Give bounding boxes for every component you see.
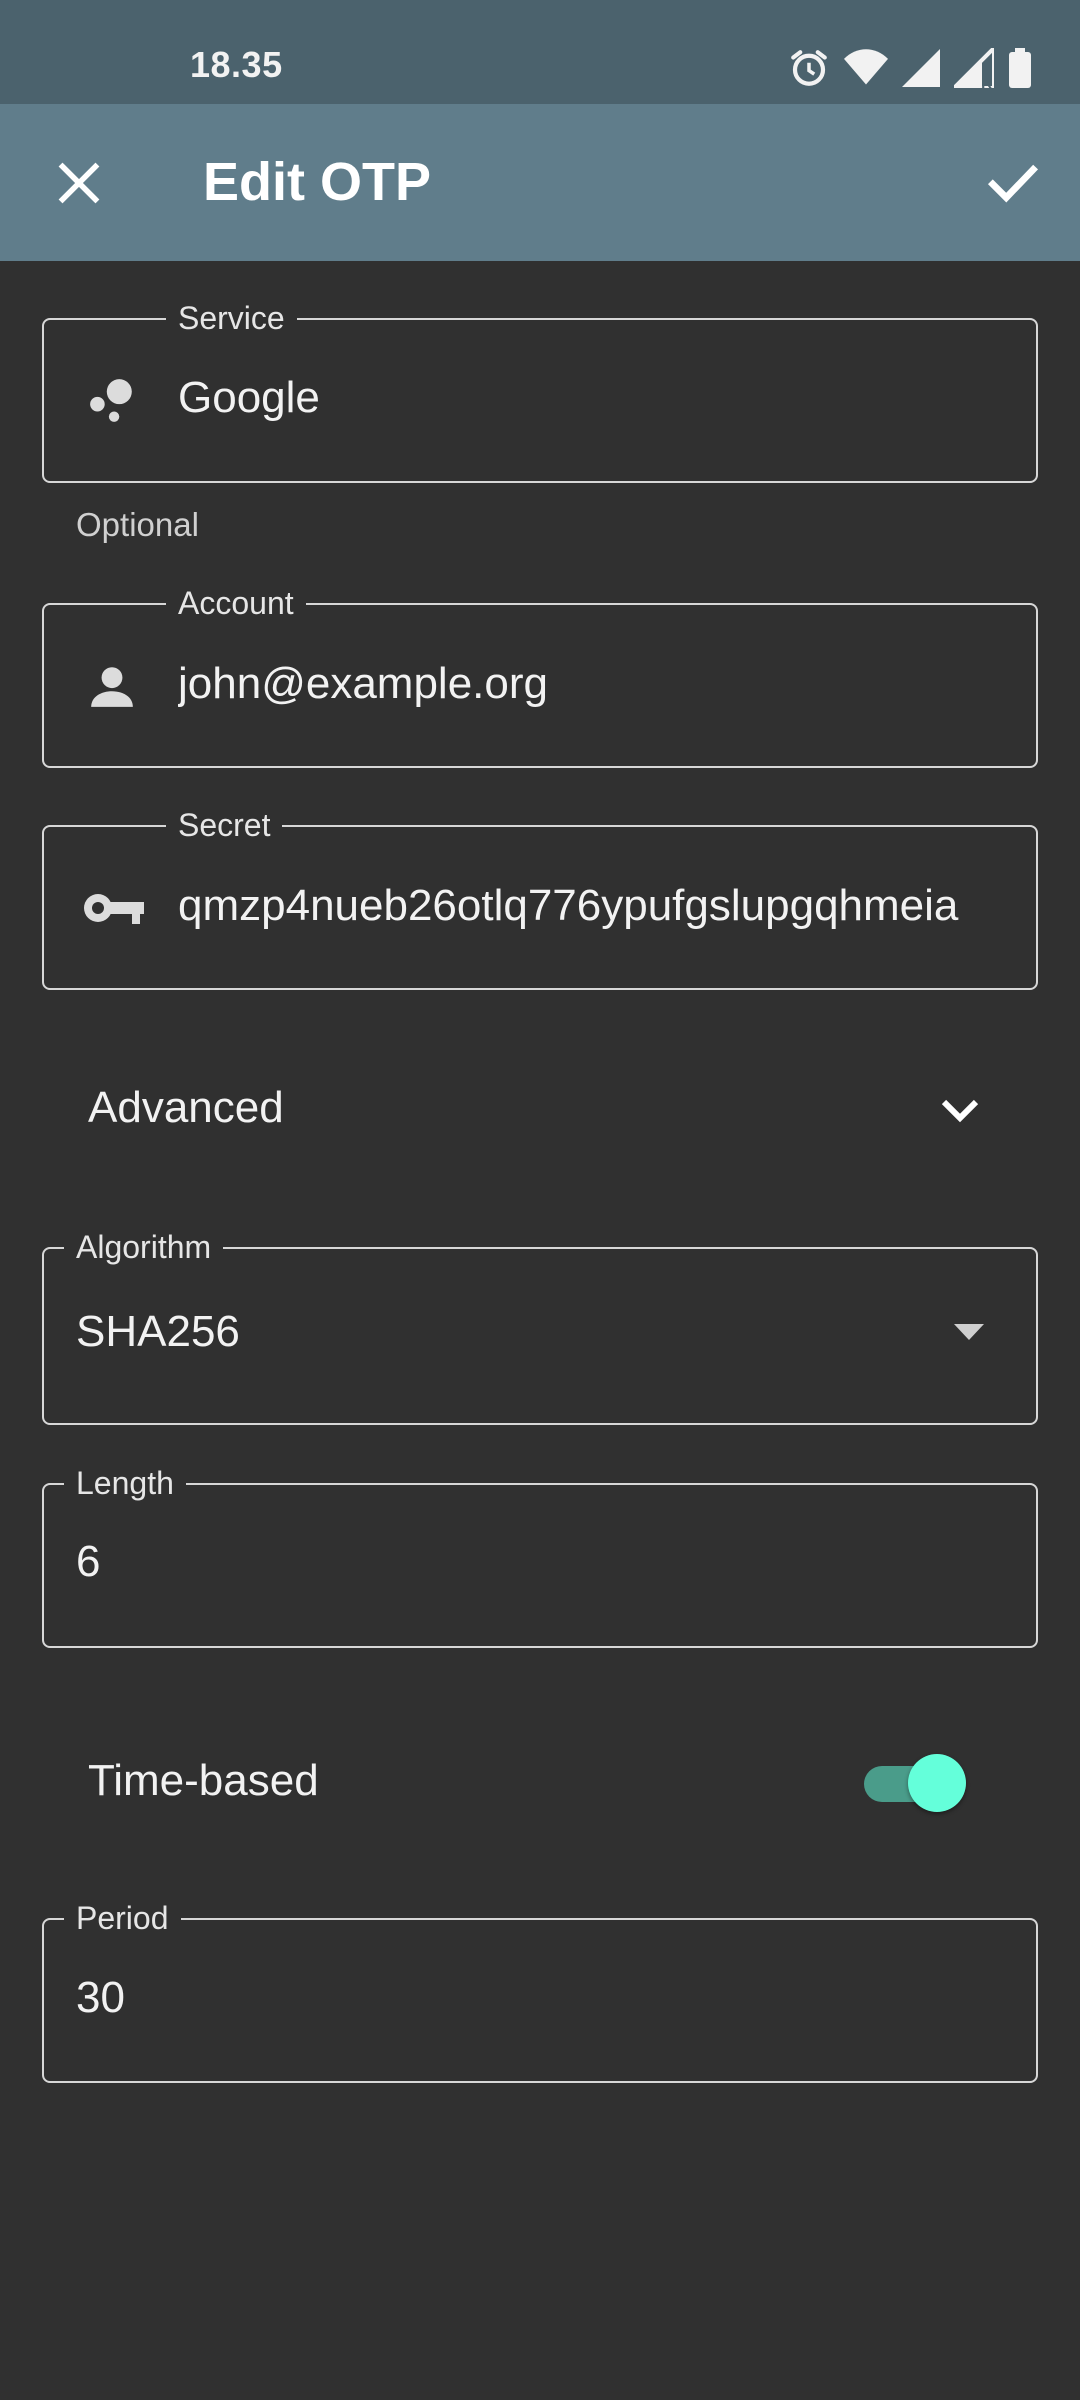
- dropdown-arrow-icon: [954, 1324, 984, 1340]
- chevron-down-icon[interactable]: [928, 1086, 992, 1134]
- service-icon: [84, 372, 140, 428]
- secret-field[interactable]: Secret qmzp4nueb26otlq776ypufgslupgqhmei…: [42, 807, 1038, 990]
- time-based-switch[interactable]: [862, 1752, 968, 1812]
- service-field[interactable]: Service Google: [42, 300, 1038, 483]
- status-bar: 18.35 R: [0, 0, 1080, 104]
- secret-input[interactable]: qmzp4nueb26otlq776ypufgslupgqhmeia: [178, 881, 978, 931]
- cell-signal-icon: [902, 49, 940, 87]
- account-label: Account: [166, 585, 306, 621]
- length-label: Length: [64, 1465, 186, 1501]
- key-icon: [80, 880, 148, 936]
- algorithm-value: SHA256: [76, 1307, 240, 1356]
- switch-thumb: [908, 1754, 966, 1812]
- page-title: Edit OTP: [203, 152, 431, 212]
- roaming-mark: R: [981, 75, 992, 92]
- app-bar: Edit OTP: [0, 104, 1080, 261]
- service-helper-text: Optional: [76, 506, 199, 543]
- check-icon: [987, 164, 1039, 203]
- length-field[interactable]: Length 6: [42, 1465, 1038, 1648]
- close-icon: [58, 162, 100, 204]
- save-button[interactable]: [974, 144, 1052, 222]
- period-input[interactable]: 30: [76, 1973, 125, 2023]
- account-field[interactable]: Account john@example.org: [42, 585, 1038, 768]
- time-based-label: Time-based: [88, 1756, 319, 1805]
- period-field[interactable]: Period 30: [42, 1900, 1038, 2083]
- person-icon: [84, 658, 140, 714]
- length-input[interactable]: 6: [76, 1537, 100, 1587]
- cell-signal-roaming-icon: R: [954, 48, 994, 92]
- status-time: 18.35: [190, 44, 283, 85]
- wifi-icon: [844, 49, 888, 87]
- close-button[interactable]: [40, 144, 118, 222]
- service-input[interactable]: Google: [178, 373, 998, 423]
- period-label: Period: [64, 1900, 181, 1936]
- algorithm-label: Algorithm: [64, 1229, 224, 1265]
- algorithm-select[interactable]: Algorithm SHA256: [42, 1229, 1038, 1425]
- secret-label: Secret: [166, 807, 283, 843]
- service-label: Service: [166, 300, 297, 336]
- alarm-icon: [788, 47, 830, 89]
- status-icons: R: [788, 46, 1032, 92]
- advanced-toggle[interactable]: Advanced: [88, 1083, 284, 1133]
- account-input[interactable]: john@example.org: [178, 659, 998, 709]
- battery-icon: [1008, 48, 1032, 88]
